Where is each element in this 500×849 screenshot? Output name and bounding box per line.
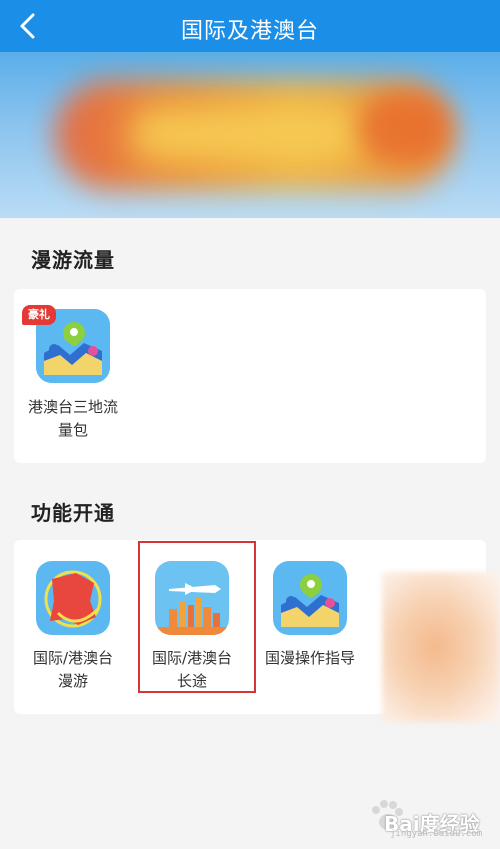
globe-map-icon xyxy=(36,561,110,635)
map-pin-wifi-icon xyxy=(273,561,347,635)
section-title-function-activation: 功能开通 xyxy=(31,501,115,525)
promo-banner[interactable] xyxy=(0,52,500,218)
gift-badge: 豪礼 xyxy=(22,305,56,325)
page-title: 国际及港澳台 xyxy=(180,19,319,44)
section-title-roaming-data: 漫游流量 xyxy=(31,248,115,272)
tile-label-line2: 量包 xyxy=(57,421,88,439)
tile-label-line2: 漫游 xyxy=(57,672,88,690)
highlight-annotation-box xyxy=(138,541,256,693)
watermark-url: jingyan.baidu.com xyxy=(390,829,483,839)
tile-label-line1: 港澳台三地流 xyxy=(27,398,118,416)
tile-label-line1: 国际/港澳台 xyxy=(32,649,114,667)
top-bar: 国际及港澳台 xyxy=(0,0,500,52)
tile-label-line1: 国漫操作指导 xyxy=(264,649,355,667)
blurred-tile[interactable] xyxy=(382,572,500,722)
